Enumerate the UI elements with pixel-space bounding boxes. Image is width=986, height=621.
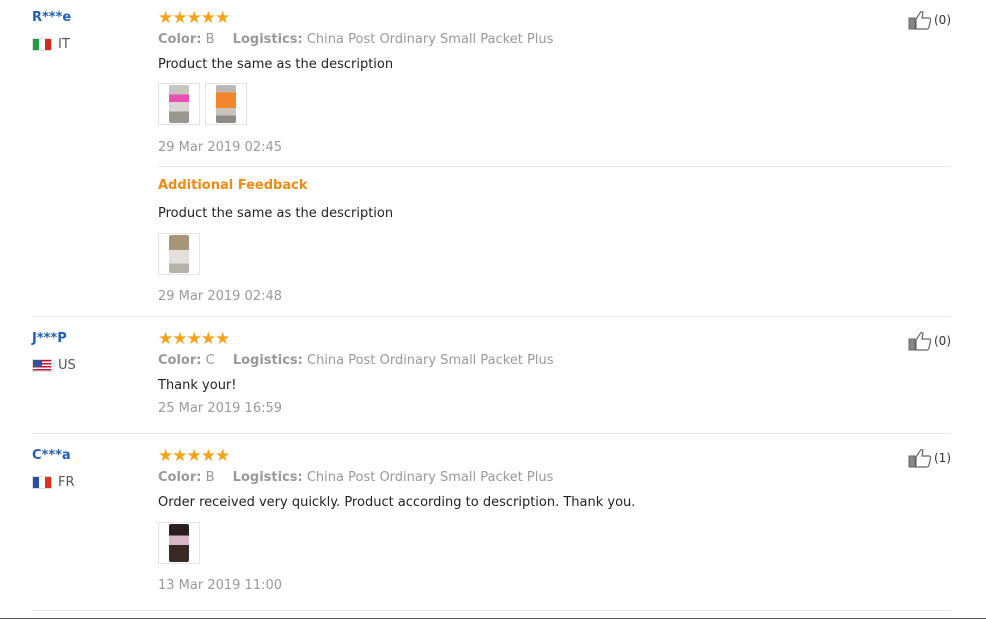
flag-us-icon	[32, 359, 52, 372]
thumbs-up-icon	[908, 11, 932, 30]
review-text: Thank your!	[158, 378, 237, 393]
country-code: FR	[58, 475, 75, 490]
review-body: ★★★★★ Color: B Logistics: China Post Ord…	[158, 8, 948, 155]
additional-feedback-date: 29 Mar 2019 02:48	[158, 289, 283, 304]
review-meta: Color: B Logistics: China Post Ordinary …	[158, 32, 553, 47]
reviewer-info: C***a	[32, 448, 71, 463]
helpful-count: (0)	[934, 334, 951, 348]
divider	[32, 316, 951, 317]
divider	[32, 610, 951, 611]
review-date: 29 Mar 2019 02:45	[158, 140, 283, 155]
logistics-value: China Post Ordinary Small Packet Plus	[307, 353, 554, 368]
review-date: 13 Mar 2019 11:00	[158, 578, 283, 593]
review-image-thumbnail[interactable]	[205, 83, 247, 125]
review-image-thumbnail[interactable]	[158, 233, 200, 275]
divider	[158, 166, 951, 167]
review-images	[158, 83, 247, 125]
color-label: Color:	[158, 32, 202, 47]
reviewer-country: IT	[32, 37, 70, 52]
review-meta: Color: B Logistics: China Post Ordinary …	[158, 470, 553, 485]
helpful-button[interactable]: (0)	[908, 10, 951, 30]
color-value: B	[205, 32, 215, 47]
photo-dark-package	[169, 524, 189, 562]
photo-orange-package	[216, 85, 236, 123]
review-text: Product the same as the description	[158, 57, 394, 72]
flag-it-icon	[32, 38, 52, 51]
review-body: ★★★★★ Color: C Logistics: China Post Ord…	[158, 329, 948, 417]
rating-stars: ★★★★★	[158, 8, 230, 28]
helpful-button[interactable]: (0)	[908, 331, 951, 351]
color-value: B	[205, 470, 215, 485]
photo-pink-package	[169, 85, 189, 123]
review-images	[158, 522, 200, 564]
page-bottom-border	[0, 618, 986, 619]
review-item: J***P US ★★★★★ Color: C Logistics: China…	[32, 331, 951, 431]
helpful-button[interactable]: (1)	[908, 448, 951, 468]
color-label: Color:	[158, 353, 202, 368]
review-image-thumbnail[interactable]	[158, 83, 200, 125]
thumbs-up-icon	[908, 332, 932, 351]
logistics-value: China Post Ordinary Small Packet Plus	[306, 470, 554, 485]
additional-feedback: Additional Feedback Product the same as …	[158, 178, 948, 304]
additional-feedback-text: Product the same as the description	[158, 206, 394, 221]
reviewer-country: FR	[32, 475, 75, 490]
review-images	[158, 233, 200, 275]
logistics-label: Logistics:	[232, 353, 303, 368]
review-meta: Color: C Logistics: China Post Ordinary …	[158, 353, 554, 368]
rating-stars: ★★★★★	[158, 329, 230, 349]
color-label: Color:	[158, 470, 202, 485]
color-value: C	[205, 353, 215, 368]
rating-stars: ★★★★★	[158, 446, 230, 466]
reviewer-info: R***e	[32, 10, 71, 25]
review-image-thumbnail[interactable]	[158, 522, 200, 564]
reviewer-country: US	[32, 358, 76, 373]
logistics-label: Logistics:	[232, 32, 303, 47]
helpful-count: (1)	[934, 451, 951, 465]
review-text: Order received very quickly. Product acc…	[158, 495, 636, 510]
review-item: R***e IT ★★★★★ Color: B Logistics: China…	[32, 10, 951, 310]
reviewer-info: J***P	[32, 331, 67, 346]
reviewer-name[interactable]: J***P	[32, 331, 67, 346]
divider	[32, 433, 951, 434]
additional-feedback-title: Additional Feedback	[158, 178, 308, 193]
helpful-count: (0)	[934, 13, 951, 27]
country-code: US	[58, 358, 76, 373]
flag-fr-icon	[32, 476, 52, 489]
logistics-value: China Post Ordinary Small Packet Plus	[306, 32, 554, 47]
review-item: C***a FR ★★★★★ Color: B Logistics: China…	[32, 448, 951, 608]
photo-package	[169, 235, 189, 273]
logistics-label: Logistics:	[232, 470, 303, 485]
country-code: IT	[58, 37, 70, 52]
review-date: 25 Mar 2019 16:59	[158, 401, 283, 416]
reviewer-name[interactable]: C***a	[32, 448, 71, 463]
reviewer-name[interactable]: R***e	[32, 10, 71, 25]
review-body: ★★★★★ Color: B Logistics: China Post Ord…	[158, 446, 948, 593]
thumbs-up-icon	[908, 449, 932, 468]
